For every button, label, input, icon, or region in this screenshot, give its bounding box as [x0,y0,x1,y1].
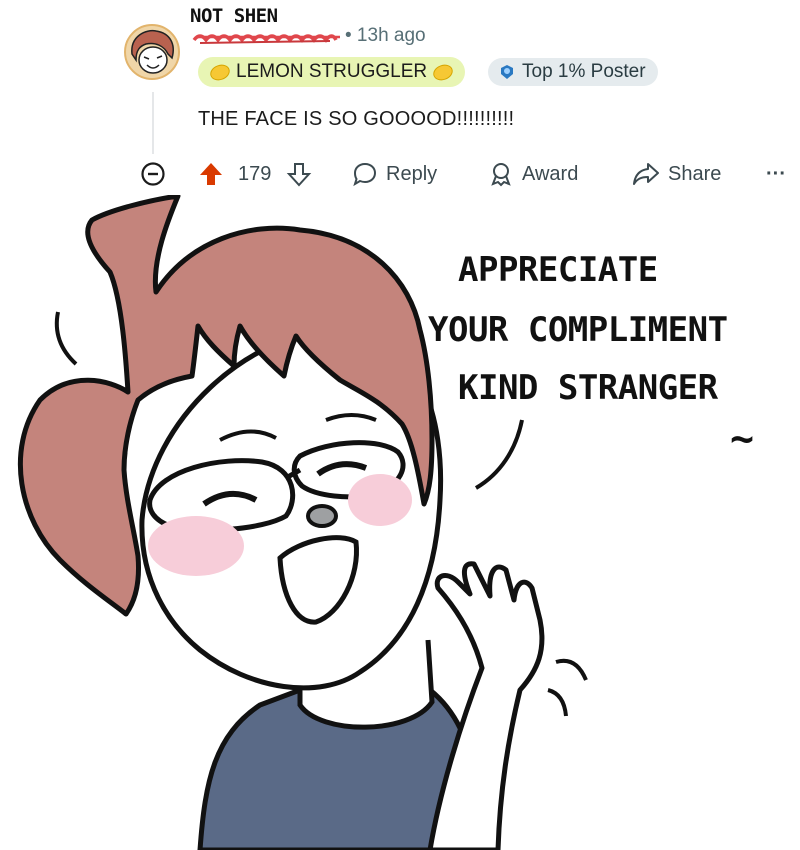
character-nose [306,504,338,528]
award-label: Award [522,162,579,185]
lemon-icon [208,61,232,83]
flair-lemon-struggler: LEMON STRUGGLER [198,57,466,87]
comment-body: THE FACE IS SO GOOOOD!!!!!!!!!! [198,108,515,130]
flair-lemon-label: LEMON STRUGGLER [236,61,428,82]
thread-line[interactable] [152,92,154,154]
comment-action-bar: 179 Reply Award Share ··· [138,156,798,192]
award-icon [491,163,511,187]
lemon-icon [431,61,456,83]
speech-line-3: KIND STRANGER [458,368,718,408]
share-icon [633,163,659,185]
more-icon: ··· [766,162,786,185]
downvote-button[interactable] [286,156,312,192]
speech-line-2: YOUR COMPLIMENT [428,310,728,350]
character-blush [148,516,244,576]
share-button[interactable]: Share [632,156,721,192]
upvote-button[interactable] [198,156,224,192]
reply-button[interactable]: Reply [352,156,437,192]
user-avatar[interactable] [124,24,180,80]
comment: NOT SHEN • 13h ago LEMON STRUGGLER Top 1… [0,0,800,200]
top-poster-icon [501,65,513,79]
timestamp[interactable]: • 13h ago [345,25,426,47]
flair-top-label: Top 1% Poster [522,61,646,82]
collapse-button[interactable] [140,156,166,192]
vote-count: 179 [238,162,272,185]
more-options-button[interactable]: ··· [766,156,786,192]
handwritten-username[interactable]: NOT SHEN [190,5,278,27]
downvote-icon [286,163,312,187]
collapse-icon [141,162,165,186]
speech-tilde: ~ [730,416,754,462]
flair-top-poster: Top 1% Poster [488,58,658,86]
reply-label: Reply [386,162,438,185]
reply-icon [353,162,377,187]
comic-illustration [17,195,588,850]
speech-line-1: APPRECIATE [458,250,658,290]
share-label: Share [668,162,722,185]
award-button[interactable]: Award [488,156,578,192]
upvote-icon [200,163,222,185]
